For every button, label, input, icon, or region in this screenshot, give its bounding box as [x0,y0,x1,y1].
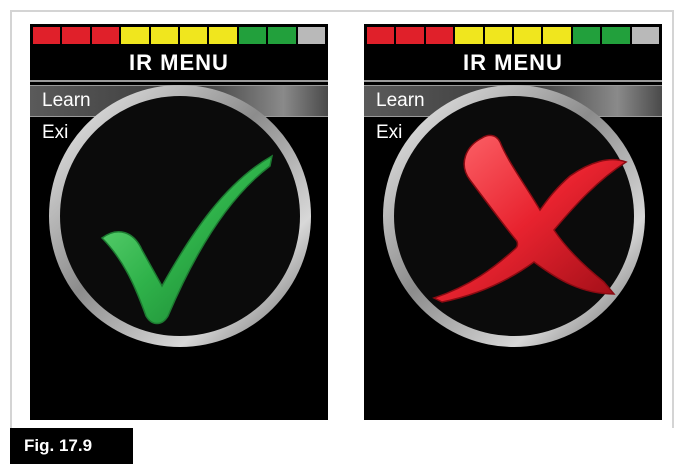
battery-segment [572,27,601,44]
battery-segment [91,27,120,44]
cross-mark-icon [383,85,645,347]
battery-segment [150,27,179,44]
battery-segment [602,27,630,44]
battery-segment [631,27,660,44]
failure-badge [378,80,650,352]
battery-segment [180,27,208,44]
battery-gauge [33,27,326,44]
battery-segment [62,27,90,44]
success-badge [44,80,316,352]
battery-segment [121,27,149,44]
battery-segment [514,27,542,44]
menu-title: IR MENU [463,50,563,75]
battery-segment [484,27,513,44]
menu-title: IR MENU [129,50,229,75]
figure-label: Fig. 17.9 [10,428,133,464]
battery-segment [33,27,61,44]
success-screen: IR MENU Learn Exi [30,24,328,420]
battery-segment [297,27,326,44]
battery-segment [425,27,454,44]
check-mark-icon [49,85,311,347]
battery-segment [238,27,267,44]
battery-segment [268,27,296,44]
battery-segment [455,27,483,44]
battery-gauge [367,27,660,44]
battery-segment [396,27,424,44]
failure-screen: IR MENU Learn Exi [364,24,662,420]
battery-segment [209,27,237,44]
battery-segment [543,27,571,44]
battery-segment [367,27,395,44]
